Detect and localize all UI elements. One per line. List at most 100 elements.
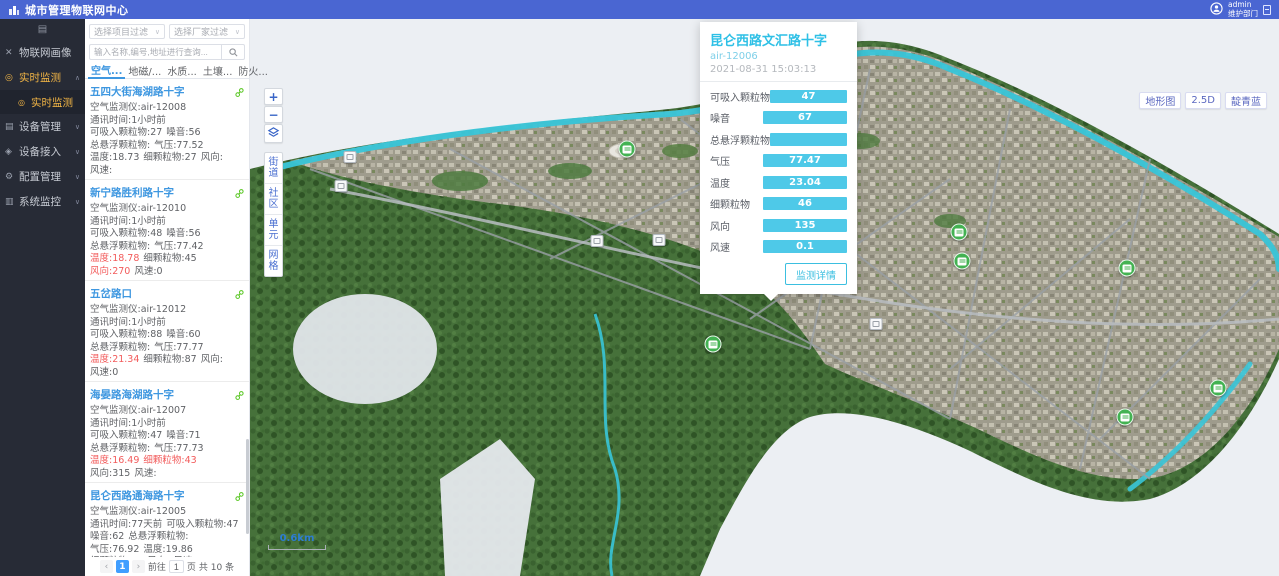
station-marker-offline[interactable] [335, 180, 348, 192]
device-icon [623, 145, 632, 153]
station-name: 昆仑西路通海路十字 [90, 488, 185, 503]
device-access-icon: ◈ [5, 147, 17, 157]
station-marker-offline[interactable] [870, 318, 883, 330]
popup-metric-value: 23.04 [763, 176, 847, 189]
online-link-icon [235, 183, 244, 202]
sidebar-item-系统监控[interactable]: ▥系统监控∨ [0, 189, 85, 214]
map-level-button-社区[interactable]: 社区 [265, 184, 282, 215]
station-marker-online[interactable] [951, 224, 968, 241]
user-info[interactable]: admin 维护部门 [1228, 1, 1258, 18]
station-card[interactable]: 昆仑西路通海路十字空气监测仪:air-12005通讯时间:77天前可吸入颗粒物:… [85, 483, 249, 557]
metric-风向: 风向: [147, 556, 169, 557]
map-level-button-网格[interactable]: 网格 [265, 246, 282, 276]
chevron-down-icon: ∨ [235, 28, 240, 36]
city-logo-icon [8, 4, 20, 16]
metric-噪音: 噪音:56 [166, 228, 200, 241]
sidebar-item-设备管理[interactable]: ▤设备管理∨ [0, 114, 85, 139]
station-card[interactable]: 五岔路口空气监测仪:air-12012通讯时间:1小时前可吸入颗粒物:88噪音:… [85, 281, 249, 382]
station-marker-offline[interactable] [653, 234, 666, 246]
station-metrics: 空气监测仪:air-12005通讯时间:77天前可吸入颗粒物:47噪音:62总悬… [90, 506, 244, 557]
next-page-button[interactable]: › [132, 560, 145, 573]
station-name: 海晏路海湖路十字 [90, 387, 174, 402]
station-card[interactable]: 五四大街海湖路十字空气监测仪:air-12008通讯时间:1小时前可吸入颗粒物:… [85, 79, 249, 180]
popup-metric-row: 风速0.1 [710, 239, 847, 254]
map-level-button-单元[interactable]: 单元 [265, 215, 282, 246]
metric-温度: 温度:19.86 [143, 544, 192, 557]
basemap-style-地形图[interactable]: 地形图 [1139, 92, 1181, 109]
layers-button[interactable] [264, 124, 283, 143]
tab-防火...[interactable]: 防火... [235, 62, 271, 78]
popup-timestamp: 2021-08-31 15:03:13 [710, 64, 847, 75]
map-view[interactable]: + − 街道社区单元网格 地形图2.5D靛青蓝 0.6km 昆仑西路文汇路十字 … [250, 19, 1279, 576]
metric-空气监测仪: 空气监测仪:air-12012 [90, 304, 186, 317]
metric-总悬浮颗粒物: 总悬浮颗粒物: [90, 443, 150, 456]
vendor-filter-select[interactable]: 选择厂家过滤 ∨ [169, 24, 245, 39]
tab-地磁/...[interactable]: 地磁/... [125, 62, 164, 78]
sidebar-menu: ✕物联网画像◎实时监测∧◎实时监测▤设备管理∨◈设备接入∨⚙配置管理∨▥系统监控… [0, 40, 85, 214]
goto-page-input[interactable] [169, 560, 184, 573]
tab-水质...[interactable]: 水质... [164, 62, 200, 78]
project-filter-select[interactable]: 选择项目过滤 ∨ [89, 24, 165, 39]
zoom-in-button[interactable]: + [264, 88, 283, 105]
zoom-out-button[interactable]: − [264, 106, 283, 123]
station-marker-offline[interactable] [591, 235, 604, 247]
metric-气压: 气压:77.52 [154, 140, 203, 153]
device-icon [1214, 384, 1223, 392]
metric-可吸入颗粒物: 可吸入颗粒物:27 [90, 127, 162, 140]
sidebar-collapse-icon[interactable]: ▤ [0, 19, 85, 40]
chevron-down-icon: ∨ [75, 148, 80, 156]
station-metrics: 空气监测仪:air-12008通讯时间:1小时前可吸入颗粒物:27噪音:56总悬… [90, 102, 244, 177]
device-icon [347, 154, 354, 160]
logout-icon[interactable] [1263, 5, 1271, 15]
station-marker-online[interactable] [619, 141, 636, 158]
config-icon: ⚙ [5, 172, 17, 182]
online-link-icon [235, 284, 244, 303]
page-1-button[interactable]: 1 [116, 560, 129, 573]
basemap-style-靛青蓝[interactable]: 靛青蓝 [1225, 92, 1267, 109]
sidebar-item-label: 实时监测 [19, 70, 61, 85]
user-avatar-icon[interactable] [1210, 0, 1223, 19]
sidebar-item-设备接入[interactable]: ◈设备接入∨ [0, 139, 85, 164]
popup-metric-label: 细颗粒物 [710, 196, 750, 211]
station-marker-offline[interactable] [344, 151, 357, 163]
scale-label: 0.6km [268, 533, 326, 544]
topbar: 城市管理物联网中心 admin 维护部门 [0, 0, 1279, 19]
map-level-button-街道[interactable]: 街道 [265, 153, 282, 184]
popup-device-id: air-12006 [710, 51, 847, 62]
metric-空气监测仪: 空气监测仪:air-12005 [90, 506, 186, 519]
station-marker-online[interactable] [1119, 260, 1136, 277]
popup-metric-row: 细颗粒物46 [710, 196, 847, 211]
search-input[interactable] [89, 44, 221, 60]
metric-温度: 温度:16.49 [90, 455, 139, 468]
tab-土壤...[interactable]: 土壤... [200, 62, 236, 78]
metric-总悬浮颗粒物: 总悬浮颗粒物: [90, 241, 150, 254]
tab-空气...[interactable]: 空气... [88, 62, 125, 79]
station-card[interactable]: 新宁路胜利路十字空气监测仪:air-12010通讯时间:1小时前可吸入颗粒物:4… [85, 180, 249, 281]
station-card[interactable]: 海晏路海湖路十字空气监测仪:air-12007通讯时间:1小时前可吸入颗粒物:4… [85, 382, 249, 483]
device-icon [958, 257, 967, 265]
layers-icon [267, 124, 280, 143]
list-scrollbar[interactable] [246, 439, 249, 534]
metric-风向: 风向:315 [90, 468, 130, 481]
search-button[interactable] [221, 44, 245, 60]
map-level-buttons: 街道社区单元网格 [264, 152, 283, 277]
prev-page-button[interactable]: ‹ [100, 560, 113, 573]
station-card-header: 新宁路胜利路十字 [90, 183, 244, 202]
metric-噪音: 噪音:60 [166, 329, 200, 342]
monitor-detail-button[interactable]: 监测详情 [785, 263, 847, 285]
sidebar-item-配置管理[interactable]: ⚙配置管理∨ [0, 164, 85, 189]
station-marker-online[interactable] [1117, 409, 1134, 426]
station-marker-online[interactable] [705, 336, 722, 353]
station-marker-online[interactable] [954, 253, 971, 270]
popup-metric-label: 温度 [710, 175, 730, 190]
sidebar-item-实时监测[interactable]: ◎实时监测∧ [0, 65, 85, 90]
station-marker-online[interactable] [1210, 380, 1227, 397]
device-icon [594, 238, 601, 244]
sidebar-item-物联网画像[interactable]: ✕物联网画像 [0, 40, 85, 65]
sidebar-subitem-实时监测[interactable]: ◎实时监测 [0, 90, 85, 114]
basemap-style-2.5D[interactable]: 2.5D [1185, 92, 1221, 109]
popup-metric-label: 气压 [710, 153, 730, 168]
metric-风速: 风速: [90, 165, 112, 178]
map-zoom-controls: + − [264, 88, 283, 143]
popup-metric-row: 气压77.47 [710, 153, 847, 168]
